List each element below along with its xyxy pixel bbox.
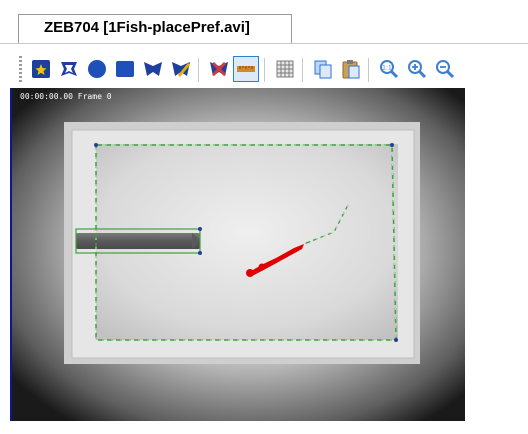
toolbar-separator — [302, 58, 303, 82]
tab-title[interactable]: ZEB704 [1Fish-placePref.avi] — [44, 19, 250, 36]
select-arena-button[interactable] — [28, 56, 54, 82]
paste-icon — [342, 60, 360, 79]
toolbar-grip[interactable] — [19, 56, 22, 84]
zoom-fit-icon: 1:1 — [380, 60, 399, 79]
zoom-in-icon — [408, 60, 427, 79]
circle-zone-button[interactable] — [84, 56, 110, 82]
svg-text:1:1: 1:1 — [382, 65, 392, 72]
paste-button[interactable] — [338, 56, 364, 82]
polygon-zone-button[interactable] — [56, 56, 82, 82]
ruler-button[interactable] — [233, 56, 259, 82]
zoom-fit-button[interactable]: 1:1 — [376, 56, 402, 82]
polygon-zone-icon — [61, 62, 77, 76]
select-arena-icon — [32, 60, 50, 78]
copy-icon — [314, 60, 332, 79]
delete-zone-button[interactable] — [206, 56, 232, 82]
toolbar-separator — [264, 58, 265, 82]
grid-button[interactable] — [272, 56, 298, 82]
video-viewport[interactable]: 00:00:00.00 Frame 0 — [12, 88, 465, 421]
copy-button[interactable] — [310, 56, 336, 82]
start-arm — [76, 233, 200, 249]
delete-zone-icon — [210, 61, 228, 77]
video-frame — [12, 88, 465, 421]
rectangle-zone-icon — [116, 61, 134, 77]
freehand-zone-button[interactable] — [140, 56, 166, 82]
freehand-zone-icon — [144, 62, 162, 76]
video-overlay-text: 00:00:00.00 Frame 0 — [20, 92, 112, 101]
toolbar-separator — [368, 58, 369, 82]
ruler-icon — [237, 66, 255, 72]
erase-zone-icon — [172, 62, 190, 77]
erase-zone-button[interactable] — [168, 56, 194, 82]
circle-zone-icon — [88, 60, 106, 78]
toolbar-separator — [198, 58, 199, 82]
grid-icon — [276, 60, 294, 78]
zoom-in-button[interactable] — [404, 56, 430, 82]
zoom-out-icon — [436, 60, 455, 79]
rectangle-zone-button[interactable] — [112, 56, 138, 82]
zoom-out-button[interactable] — [432, 56, 458, 82]
